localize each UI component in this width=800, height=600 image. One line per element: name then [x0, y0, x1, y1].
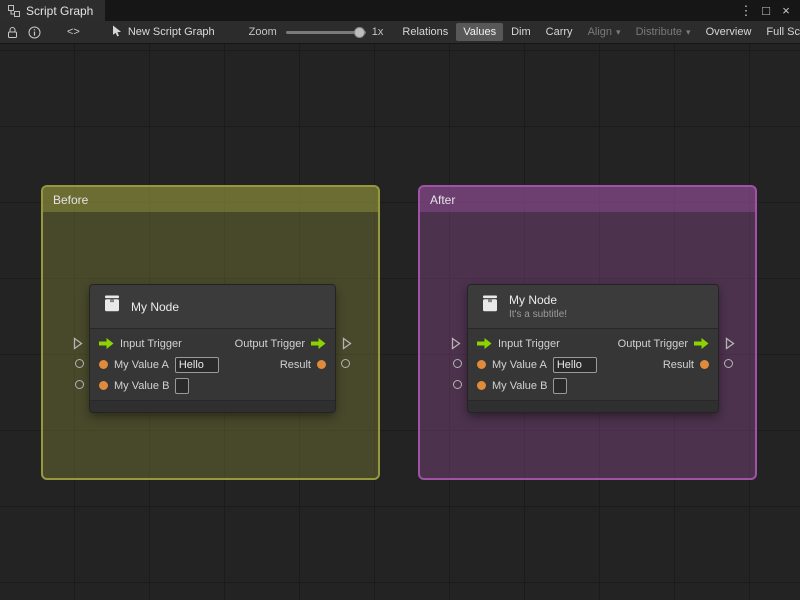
graph-canvas[interactable]: Before My Node Input Trigger Output Trig…: [0, 44, 800, 600]
chevron-down-icon: ▾: [616, 27, 621, 37]
node-title: My Node: [131, 299, 180, 314]
window-maximize-button[interactable]: □: [758, 0, 774, 21]
node-my-node-before[interactable]: My Node Input Trigger Output Trigger My …: [73, 285, 352, 412]
port-label: Result: [662, 358, 694, 371]
ext-flow-out-port[interactable]: [342, 337, 352, 350]
group-after[interactable]: After My Node It's a subtitle! Input Tri…: [418, 185, 757, 480]
tab-script-graph[interactable]: Script Graph: [0, 0, 106, 21]
output-trigger-port[interactable]: [694, 338, 709, 349]
graph-cursor-icon: [112, 25, 122, 40]
dim-button[interactable]: Dim: [504, 23, 538, 41]
node-footer: [468, 401, 718, 412]
zoom-slider[interactable]: [285, 26, 366, 38]
code-icon[interactable]: <>: [67, 26, 80, 38]
group-title: After: [430, 192, 456, 207]
port-label: Output Trigger: [617, 337, 688, 350]
zoom-label: Zoom: [248, 26, 277, 38]
my-value-b-port[interactable]: [477, 381, 486, 390]
distribute-dropdown[interactable]: Distribute ▾: [629, 23, 698, 41]
window-menu-button[interactable]: ⋮: [738, 0, 754, 21]
info-icon[interactable]: [28, 26, 41, 39]
window-controls: ⋮ □ ×: [738, 0, 800, 21]
carry-button[interactable]: Carry: [539, 23, 580, 41]
port-label: My Value B: [492, 379, 548, 392]
port-label: My Value B: [114, 379, 170, 392]
node-rows: Input Trigger Output Trigger My Value A …: [468, 329, 718, 401]
unit-icon: [102, 294, 122, 319]
toolbar: <> New Script Graph Zoom 1x Relations Va…: [0, 21, 800, 44]
group-before-header[interactable]: Before: [43, 187, 378, 212]
titlebar: Script Graph ⋮ □ ×: [0, 0, 800, 21]
ext-value-a-port[interactable]: [453, 359, 462, 368]
group-after-header[interactable]: After: [420, 187, 755, 212]
node-header[interactable]: My Node: [90, 285, 335, 329]
port-row: My Value B: [90, 375, 335, 396]
ext-flow-in-port[interactable]: [73, 337, 83, 350]
output-trigger-port[interactable]: [311, 338, 326, 349]
ext-flow-in-port[interactable]: [451, 337, 461, 350]
ext-result-port[interactable]: [341, 359, 350, 368]
port-row: Input Trigger Output Trigger: [468, 333, 718, 354]
ext-flow-out-port[interactable]: [725, 337, 735, 350]
values-button[interactable]: Values: [456, 23, 504, 41]
ext-value-b-port[interactable]: [453, 380, 462, 389]
lock-icon[interactable]: [7, 26, 18, 39]
my-value-a-port[interactable]: [99, 360, 108, 369]
fullscreen-button[interactable]: Full Screen: [759, 23, 800, 41]
unit-icon: [480, 294, 500, 319]
relations-button[interactable]: Relations: [395, 23, 455, 41]
my-value-a-port[interactable]: [477, 360, 486, 369]
input-trigger-port[interactable]: [477, 338, 492, 349]
my-value-a-input[interactable]: [174, 356, 219, 373]
node-header[interactable]: My Node It's a subtitle!: [468, 285, 718, 329]
toolbar-buttons: Relations Values Dim Carry Align ▾ Distri…: [395, 23, 800, 41]
window-close-button[interactable]: ×: [778, 0, 794, 21]
node-rows: Input Trigger Output Trigger My Value A …: [90, 329, 335, 401]
result-port[interactable]: [317, 360, 326, 369]
graph-name-label: New Script Graph: [127, 26, 215, 38]
distribute-label: Distribute: [635, 26, 683, 38]
port-row: Input Trigger Output Trigger: [90, 333, 335, 354]
port-label: Input Trigger: [498, 337, 560, 350]
my-value-b-input[interactable]: [175, 377, 190, 394]
port-label: Result: [279, 358, 311, 371]
port-label: Input Trigger: [120, 337, 182, 350]
tab-label: Script Graph: [26, 3, 94, 18]
ext-value-b-port[interactable]: [75, 380, 84, 389]
zoom-slider-knob[interactable]: [353, 26, 365, 38]
result-port[interactable]: [700, 360, 709, 369]
port-label: My Value A: [114, 358, 169, 371]
port-label: Output Trigger: [234, 337, 305, 350]
input-trigger-port[interactable]: [99, 338, 114, 349]
align-dropdown[interactable]: Align ▾: [581, 23, 628, 41]
align-label: Align: [587, 26, 613, 38]
my-value-b-port[interactable]: [99, 381, 108, 390]
node-footer: [90, 401, 335, 412]
my-value-a-input[interactable]: [552, 356, 597, 373]
overview-button[interactable]: Overview: [699, 23, 759, 41]
group-title: Before: [53, 192, 89, 207]
ext-result-port[interactable]: [724, 359, 733, 368]
node-subtitle: It's a subtitle!: [509, 309, 568, 320]
graph-name-button[interactable]: New Script Graph: [112, 25, 215, 40]
script-graph-icon: [8, 4, 20, 17]
my-value-b-input[interactable]: [553, 377, 568, 394]
port-row: My Value B: [468, 375, 718, 396]
port-label: My Value A: [492, 358, 547, 371]
ext-value-a-port[interactable]: [75, 359, 84, 368]
group-before[interactable]: Before My Node Input Trigger Output Trig…: [41, 185, 380, 480]
node-title: My Node: [509, 293, 558, 307]
node-my-node-after[interactable]: My Node It's a subtitle! Input Trigger O…: [451, 285, 735, 412]
zoom-value: 1x: [371, 26, 384, 38]
chevron-down-icon: ▾: [686, 27, 691, 37]
port-row: My Value A Result: [468, 354, 718, 375]
port-row: My Value A Result: [90, 354, 335, 375]
